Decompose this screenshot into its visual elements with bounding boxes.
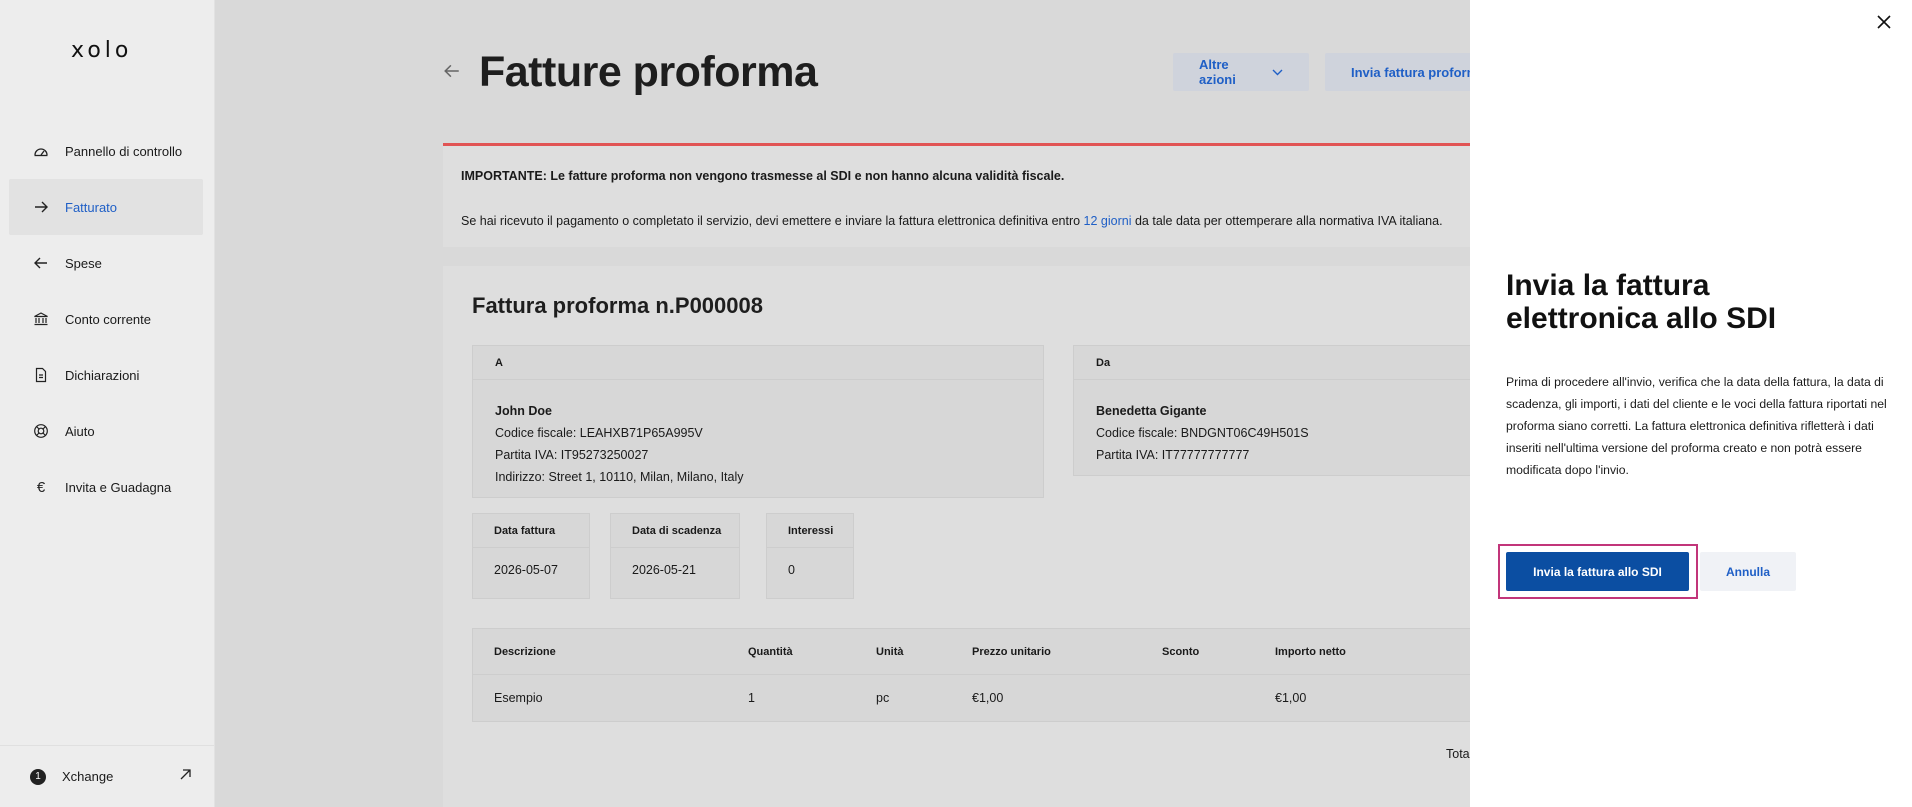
due-date-box: Data di scadenza 2026-05-21 [610, 513, 740, 599]
alert-important: IMPORTANTE: Le fatture proforma non veng… [461, 169, 1065, 183]
sidebar-item-label: Dichiarazioni [65, 367, 140, 383]
gauge-icon [31, 141, 51, 161]
sidebar-nav: Pannello di controllo Fatturato Spese Co… [9, 123, 203, 515]
recipient-vat: Partita IVA: IT95273250027 [495, 448, 649, 462]
sidebar-item-label: Invita e Guadagna [65, 479, 172, 495]
alert-message: Se hai ricevuto il pagamento o completat… [461, 214, 1443, 228]
sender-box: Da Benedetta Gigante Codice fiscale: BND… [1073, 345, 1470, 476]
interest-box: Interessi 0 [766, 513, 854, 599]
chevron-down-icon [1272, 69, 1283, 76]
cell-quantity: 1 [748, 691, 755, 705]
due-date-label: Data di scadenza [611, 514, 739, 548]
bank-icon [31, 309, 51, 329]
cancel-button[interactable]: Annulla [1700, 552, 1796, 591]
recipient-box: A John Doe Codice fiscale: LEAHXB71P65A9… [472, 345, 1044, 498]
sender-vat: Partita IVA: IT77777777777 [1096, 448, 1250, 462]
invoice-date-value: 2026-05-07 [494, 563, 558, 577]
sidebar-item-label: Pannello di controllo [65, 143, 183, 159]
col-discount: Sconto [1162, 646, 1200, 658]
total-label: Tota [1446, 747, 1470, 761]
col-description: Descrizione [494, 646, 556, 658]
interest-value: 0 [788, 563, 795, 577]
alert-text-before: Se hai ricevuto il pagamento o completat… [461, 214, 1084, 228]
cell-unit-price: €1,00 [972, 691, 1004, 705]
sender-tax-code: Codice fiscale: BNDGNT06C49H501S [1096, 426, 1309, 440]
sidebar-item-label: Aiuto [65, 423, 95, 439]
document-icon [31, 365, 51, 385]
more-actions-label: Altre azioni [1199, 57, 1236, 87]
alert-text-after: da tale data per ottemperare alla normat… [1131, 214, 1443, 228]
recipient-address: Indirizzo: Street 1, 10110, Milan, Milan… [495, 470, 744, 484]
sidebar-item-dichiarazioni[interactable]: Dichiarazioni [9, 347, 203, 403]
items-table: Descrizione Quantità Unità Prezzo unitar… [472, 628, 1470, 722]
table-header-row: Descrizione Quantità Unità Prezzo unitar… [473, 629, 1470, 675]
back-arrow-icon[interactable] [443, 62, 461, 85]
external-link-icon [179, 768, 192, 784]
invoice-date-label: Data fattura [473, 514, 589, 548]
page-title: Fatture proforma [479, 48, 818, 96]
invoice-title: Fattura proforma n.P000008 [472, 293, 763, 318]
sender-header: Da [1074, 346, 1470, 380]
send-sdi-drawer: Invia la fattura elettronica allo SDI Pr… [1470, 0, 1912, 807]
invoice-card: Fattura proforma n.P000008 A John Doe Co… [443, 266, 1470, 807]
sidebar-item-fatturato[interactable]: Fatturato [9, 179, 203, 235]
col-net-amount: Importo netto [1275, 646, 1346, 658]
send-to-sdi-button[interactable]: Invia la fattura allo SDI [1506, 552, 1689, 591]
sender-name: Benedetta Gigante [1096, 404, 1207, 418]
close-icon[interactable] [1876, 14, 1892, 35]
main-content: Fatture proforma Altre azioni Invia fatt… [215, 0, 1470, 807]
sidebar-item-conto[interactable]: Conto corrente [9, 291, 203, 347]
invoice-date-box: Data fattura 2026-05-07 [472, 513, 590, 599]
recipient-header: A [473, 346, 1043, 380]
sidebar-item-spese[interactable]: Spese [9, 235, 203, 291]
more-actions-button[interactable]: Altre azioni [1173, 53, 1309, 91]
xchange-label: Xchange [62, 769, 114, 784]
notification-badge: 1 [30, 768, 46, 785]
recipient-name: John Doe [495, 404, 552, 418]
send-proforma-button[interactable]: Invia fattura proform [1325, 53, 1470, 91]
lifebuoy-icon [31, 421, 51, 441]
drawer-description: Prima di procedere all'invio, verifica c… [1506, 375, 1887, 477]
table-row: Esempio 1 pc €1,00 €1,00 [473, 675, 1470, 721]
logo[interactable]: xolo [71, 38, 132, 63]
drawer-title: Invia la fattura elettronica allo SDI [1506, 269, 1777, 335]
col-unit-price: Prezzo unitario [972, 646, 1051, 658]
xchange-link[interactable]: 1 Xchange [0, 745, 214, 807]
cell-unit: pc [876, 691, 890, 705]
col-quantity: Quantità [748, 646, 793, 658]
euro-icon: € [36, 478, 46, 496]
arrow-right-icon [31, 197, 51, 217]
sidebar-item-label: Conto corrente [65, 311, 151, 327]
sidebar-item-invita[interactable]: € Invita e Guadagna [9, 459, 203, 515]
alert-days-link[interactable]: 12 giorni [1084, 214, 1132, 228]
sidebar-item-pannello[interactable]: Pannello di controllo [9, 123, 203, 179]
sidebar: xolo Pannello di controllo Fatturato Spe… [0, 0, 215, 807]
sidebar-item-label: Fatturato [65, 199, 118, 215]
interest-label: Interessi [767, 514, 853, 548]
sidebar-item-label: Spese [65, 255, 102, 271]
cell-net-amount: €1,00 [1275, 691, 1307, 705]
cell-description: Esempio [494, 691, 543, 705]
col-unit: Unità [876, 646, 904, 658]
recipient-tax-code: Codice fiscale: LEAHXB71P65A995V [495, 426, 703, 440]
due-date-value: 2026-05-21 [632, 563, 696, 577]
alert-banner: IMPORTANTE: Le fatture proforma non veng… [443, 143, 1470, 247]
sidebar-item-aiuto[interactable]: Aiuto [9, 403, 203, 459]
arrow-left-icon [31, 253, 51, 273]
